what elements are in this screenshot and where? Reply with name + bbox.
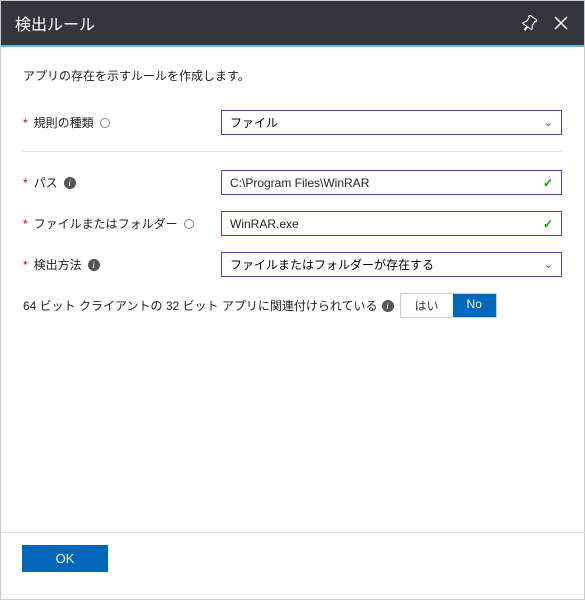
detection-method-select[interactable]: ファイルまたはフォルダーが存在する ⌄ bbox=[221, 252, 562, 277]
path-input[interactable]: C:\Program Files\WinRAR ✓ bbox=[221, 170, 562, 195]
dialog-header: 検出ルール bbox=[1, 1, 584, 47]
divider bbox=[23, 151, 562, 152]
chevron-down-icon: ⌄ bbox=[544, 116, 553, 129]
label-text: 検出方法 bbox=[34, 256, 82, 273]
ok-button[interactable]: OK bbox=[22, 545, 108, 572]
header-controls bbox=[520, 14, 570, 32]
path-field: C:\Program Files\WinRAR ✓ bbox=[221, 170, 562, 195]
label-text: 規則の種類 bbox=[34, 114, 94, 131]
description-text: アプリの存在を示すルールを作成します。 bbox=[23, 67, 562, 84]
file-or-folder-field: WinRAR.exe ✓ bbox=[221, 211, 562, 236]
info-icon[interactable]: i bbox=[88, 259, 100, 271]
file-or-folder-label: * ファイルまたはフォルダー bbox=[23, 215, 221, 232]
close-icon[interactable] bbox=[552, 14, 570, 32]
info-icon[interactable]: i bbox=[64, 177, 76, 189]
label-text: パス bbox=[34, 174, 58, 191]
toggle-no[interactable]: No bbox=[453, 294, 496, 317]
info-icon[interactable] bbox=[100, 118, 110, 128]
dialog-footer: OK bbox=[0, 532, 585, 584]
select-value: ファイルまたはフォルダーが存在する bbox=[230, 256, 434, 273]
input-value: WinRAR.exe bbox=[230, 217, 299, 231]
rule-type-select[interactable]: ファイル ⌄ bbox=[221, 110, 562, 135]
required-marker: * bbox=[23, 258, 28, 272]
required-marker: * bbox=[23, 116, 28, 130]
input-value: C:\Program Files\WinRAR bbox=[230, 176, 369, 190]
checkmark-icon: ✓ bbox=[543, 217, 553, 231]
chevron-down-icon: ⌄ bbox=[544, 258, 553, 271]
rule-type-row: * 規則の種類 ファイル ⌄ bbox=[23, 110, 562, 135]
path-label: * パス i bbox=[23, 174, 221, 191]
rule-type-label: * 規則の種類 bbox=[23, 114, 221, 131]
assoc-32bit-row: 64 ビット クライアントの 32 ビット アプリに関連付けられている i はい… bbox=[23, 293, 562, 318]
checkmark-icon: ✓ bbox=[543, 176, 553, 190]
required-marker: * bbox=[23, 176, 28, 190]
info-icon[interactable]: i bbox=[382, 300, 394, 312]
detection-method-label: * 検出方法 i bbox=[23, 256, 221, 273]
select-value: ファイル bbox=[230, 114, 278, 131]
file-or-folder-input[interactable]: WinRAR.exe ✓ bbox=[221, 211, 562, 236]
assoc-32bit-toggle: はい No bbox=[400, 293, 497, 318]
dialog-content: アプリの存在を示すルールを作成します。 * 規則の種類 ファイル ⌄ * パス … bbox=[1, 47, 584, 537]
detection-method-field: ファイルまたはフォルダーが存在する ⌄ bbox=[221, 252, 562, 277]
path-row: * パス i C:\Program Files\WinRAR ✓ bbox=[23, 170, 562, 195]
required-marker: * bbox=[23, 217, 28, 231]
label-text: ファイルまたはフォルダー bbox=[34, 215, 178, 232]
toggle-yes[interactable]: はい bbox=[401, 294, 453, 317]
detection-method-row: * 検出方法 i ファイルまたはフォルダーが存在する ⌄ bbox=[23, 252, 562, 277]
pin-icon[interactable] bbox=[520, 14, 538, 32]
info-icon[interactable] bbox=[184, 219, 194, 229]
dialog-title: 検出ルール bbox=[15, 11, 95, 35]
label-text: 64 ビット クライアントの 32 ビット アプリに関連付けられている bbox=[23, 297, 378, 314]
file-or-folder-row: * ファイルまたはフォルダー WinRAR.exe ✓ bbox=[23, 211, 562, 236]
rule-type-field: ファイル ⌄ bbox=[221, 110, 562, 135]
assoc-32bit-label: 64 ビット クライアントの 32 ビット アプリに関連付けられている i bbox=[23, 297, 394, 314]
